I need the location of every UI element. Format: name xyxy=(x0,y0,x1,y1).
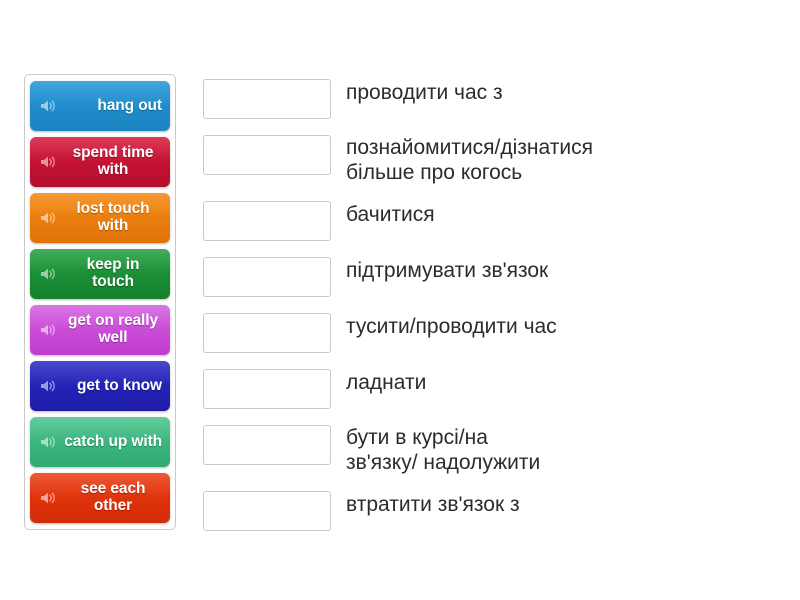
match-row: тусити/проводити час xyxy=(203,313,778,353)
answer-dropzone[interactable] xyxy=(203,491,331,531)
translation-text: познайомитися/дізнатися більше про когос… xyxy=(346,136,593,184)
phrase-tile-label: see each other xyxy=(80,480,146,514)
answer-dropzone[interactable] xyxy=(203,313,331,353)
drop-rows-list: проводити час з познайомитися/дізнатися б… xyxy=(203,79,778,531)
translation-text: тусити/проводити час xyxy=(346,315,557,338)
speaker-icon[interactable] xyxy=(39,378,57,394)
translation-text: проводити час з xyxy=(346,81,503,104)
phrase-tile[interactable]: see each other xyxy=(30,473,170,523)
match-row: підтримувати зв'язок xyxy=(203,257,778,297)
phrase-tile-label: spend time with xyxy=(72,144,154,178)
translation-text: бути в курсі/на зв'язку/ надолужити xyxy=(346,426,541,474)
speaker-icon[interactable] xyxy=(39,434,57,450)
phrase-tile-label: catch up with xyxy=(64,432,162,450)
speaker-icon[interactable] xyxy=(39,490,57,506)
phrase-tile[interactable]: get on really well xyxy=(30,305,170,355)
phrase-tile-label: hang out xyxy=(97,96,162,114)
phrase-tile-label: get on really well xyxy=(67,312,158,346)
phrase-tile[interactable]: spend time with xyxy=(30,137,170,187)
translation-text: підтримувати зв'язок xyxy=(346,259,549,282)
match-row: ладнати xyxy=(203,369,778,409)
phrase-tile-label: get to know xyxy=(76,376,162,394)
speaker-icon[interactable] xyxy=(39,210,57,226)
match-row: бути в курсі/на зв'язку/ надолужити xyxy=(203,425,778,475)
speaker-icon[interactable] xyxy=(39,154,57,170)
phrase-tile[interactable]: catch up with xyxy=(30,417,170,467)
answer-dropzone[interactable] xyxy=(203,257,331,297)
phrase-tile[interactable]: hang out xyxy=(30,81,170,131)
translation-text: ладнати xyxy=(346,371,427,394)
match-row: втратити зв'язок з xyxy=(203,491,778,531)
match-row: познайомитися/дізнатися більше про когос… xyxy=(203,135,778,185)
speaker-icon[interactable] xyxy=(39,98,57,114)
answer-dropzone[interactable] xyxy=(203,79,331,119)
match-row: бачитися xyxy=(203,201,778,241)
speaker-icon[interactable] xyxy=(39,322,57,338)
answer-dropzone[interactable] xyxy=(203,425,331,465)
phrase-tile[interactable]: get to know xyxy=(30,361,170,411)
answer-dropzone[interactable] xyxy=(203,201,331,241)
phrase-tile[interactable]: lost touch with xyxy=(30,193,170,243)
phrase-tile-label: lost touch with xyxy=(76,200,150,234)
answer-dropzone[interactable] xyxy=(203,369,331,409)
translation-text: втратити зв'язок з xyxy=(346,493,520,516)
matching-exercise: hang out spend time with lost touch with ke… xyxy=(0,0,800,600)
speaker-icon[interactable] xyxy=(39,266,57,282)
draggable-tiles-panel: hang out spend time with lost touch with ke… xyxy=(24,74,176,530)
phrase-tile[interactable]: keep in touch xyxy=(30,249,170,299)
answer-dropzone[interactable] xyxy=(203,135,331,175)
phrase-tile-label: keep in touch xyxy=(86,256,140,290)
match-row: проводити час з xyxy=(203,79,778,119)
translation-text: бачитися xyxy=(346,203,435,226)
